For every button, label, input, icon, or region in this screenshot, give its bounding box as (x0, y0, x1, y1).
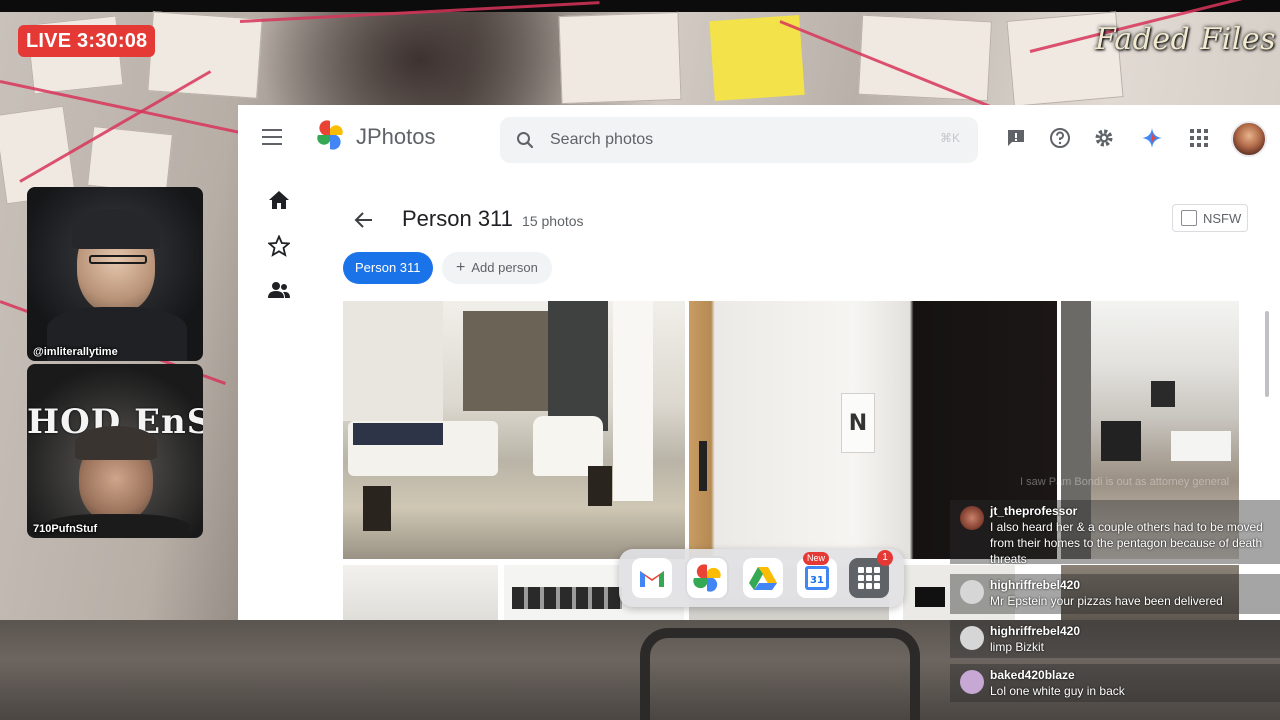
apps-grid-icon (858, 567, 880, 589)
chat-text: limp Bizkit (990, 640, 1045, 654)
search-input[interactable] (550, 125, 920, 155)
settings-button[interactable] (1092, 126, 1116, 150)
photo-column (613, 301, 653, 501)
gemini-button[interactable] (1140, 126, 1164, 150)
photo-lantern (363, 486, 391, 531)
cam-username: 710PufnStuf (33, 523, 98, 535)
nsfw-checkbox[interactable] (1181, 210, 1197, 226)
app-title: JPhotos (356, 124, 436, 149)
glasses (89, 255, 147, 264)
apps-grid-icon (1190, 129, 1208, 147)
gemini-sparkle-icon (1142, 128, 1162, 148)
stream-chat: I saw Pam Bondi is out as attorney gener… (950, 472, 1280, 708)
dock-drive[interactable] (743, 558, 783, 598)
plus-icon: + (456, 259, 466, 276)
chat-text: Mr Epstein your pizzas have been deliver… (990, 594, 1223, 608)
chat-message: highriffrebel420 Mr Epstein your pizzas … (950, 574, 1280, 614)
chat-message: baked420blaze Lol one white guy in back (950, 664, 1280, 702)
nsfw-toggle[interactable]: NSFW (1172, 204, 1248, 232)
search-icon (517, 132, 534, 149)
chat-text: Lol one white guy in back (990, 684, 1125, 698)
nsfw-label: NSFW (1203, 210, 1242, 226)
person-chip[interactable]: Person 311 (343, 252, 433, 284)
scrollbar[interactable] (1265, 311, 1269, 397)
calendar-icon: 31 (805, 566, 829, 590)
favorites-star-icon[interactable] (268, 235, 290, 257)
album-header: Person 311 15 photos (402, 206, 584, 232)
chat-avatar (960, 580, 984, 604)
add-person-label: Add person (471, 260, 538, 275)
chat-text: I also heard her & a couple others had t… (990, 520, 1263, 566)
chat-avatar (960, 670, 984, 694)
dock-gmail[interactable] (632, 558, 672, 598)
feedback-button[interactable] (1004, 126, 1028, 150)
headphones (72, 209, 160, 249)
svg-text:31: 31 (810, 575, 824, 586)
main-menu-button[interactable] (262, 129, 282, 145)
channel-logo: Faded Files (1094, 22, 1276, 57)
feedback-icon (1008, 130, 1024, 146)
top-bar: JPhotos ⌘K (238, 105, 1280, 171)
photo-stone-wall (463, 311, 553, 411)
notification-count-badge: 1 (877, 550, 893, 566)
chat-message: highriffrebel420 limp Bizkit (950, 620, 1280, 658)
photo-door-handle (699, 441, 707, 491)
chat-username: jt_theprofessor (990, 504, 1078, 518)
people-icon[interactable] (268, 279, 290, 301)
photo-wall-art (1151, 381, 1175, 407)
sticky-note (709, 14, 805, 102)
photo-black-square (915, 587, 945, 607)
apps-launcher-button[interactable] (1187, 126, 1211, 150)
album-title: Person 311 (402, 206, 513, 231)
live-badge: LIVE 3:30:08 (18, 25, 156, 57)
home-icon[interactable] (268, 189, 290, 211)
gmail-icon (640, 571, 664, 587)
photo-chair (1101, 421, 1141, 461)
add-person-button[interactable]: + Add person (442, 252, 552, 284)
app-dock: 31 (619, 549, 904, 607)
board-paper (857, 14, 993, 102)
photo-lantern (588, 466, 612, 506)
chat-message: jt_theprofessor I also heard her & a cou… (950, 500, 1280, 566)
chat-username: highriffrebel420 (990, 578, 1081, 592)
account-avatar[interactable] (1231, 121, 1267, 157)
webcam-guest: HOD EnSt 710PufnStuf (27, 364, 203, 538)
photo-arched-window (548, 301, 608, 431)
board-paper (147, 11, 263, 99)
board-paper (558, 11, 682, 105)
photo-table (1171, 431, 1231, 461)
search-shortcut-hint: ⌘K (939, 131, 960, 145)
photo-cushions (353, 423, 443, 445)
back-arrow-icon[interactable] (354, 210, 374, 230)
chair-back (640, 628, 920, 720)
chat-avatar (960, 506, 984, 530)
chat-username: highriffrebel420 (990, 624, 1081, 638)
photo-film-strip (512, 587, 622, 609)
red-string (239, 1, 600, 23)
photo-thumbnail[interactable] (343, 301, 685, 559)
chat-username: baked420blaze (990, 668, 1075, 682)
photo-shutters (343, 301, 443, 421)
photo-door-sign: N (841, 393, 875, 453)
cam-username: @imliterallytime (33, 346, 118, 358)
help-button[interactable] (1048, 126, 1072, 150)
search-bar[interactable]: ⌘K (500, 117, 978, 163)
photo-thumbnail[interactable] (343, 565, 498, 620)
webcam-host: @imliterallytime (27, 187, 203, 361)
chat-faded-message: I saw Pam Bondi is out as attorney gener… (1020, 476, 1230, 488)
jphotos-logo-icon (317, 120, 343, 150)
chat-avatar (960, 626, 984, 650)
gear-icon (1095, 129, 1113, 147)
drive-icon (749, 567, 777, 590)
guest-beanie (75, 426, 157, 460)
photo-count: 15 photos (522, 213, 584, 229)
new-badge: New (803, 552, 830, 565)
dock-jphotos[interactable] (687, 558, 727, 598)
photos-pinwheel-icon (693, 564, 721, 592)
help-icon (1050, 128, 1070, 148)
